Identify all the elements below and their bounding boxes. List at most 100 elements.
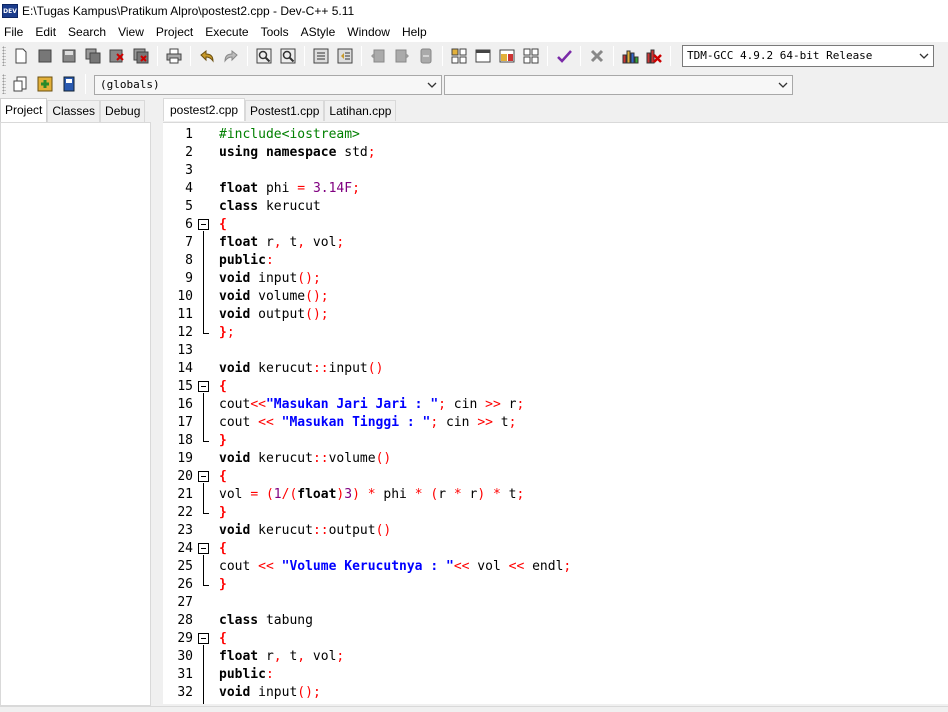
save-all-button[interactable] [82, 45, 104, 67]
code-line[interactable]: cout << "Masukan Tinggi : "; cin >> t; [215, 414, 948, 432]
code-line[interactable]: public: [215, 252, 948, 270]
code-line[interactable]: { [215, 468, 948, 486]
replace-button[interactable] [277, 45, 299, 67]
line-number: 3 [185, 163, 193, 178]
menu-execute[interactable]: Execute [199, 22, 254, 42]
tab-latihan[interactable]: Latihan.cpp [324, 100, 397, 121]
code-line[interactable] [215, 342, 948, 360]
code-line[interactable] [215, 594, 948, 612]
toolbar-grip[interactable] [2, 46, 6, 66]
tab-classes[interactable]: Classes [47, 100, 101, 122]
fold-collapse-icon[interactable] [198, 381, 209, 392]
class-browser-button[interactable] [58, 73, 80, 95]
close-file-button[interactable] [106, 45, 128, 67]
undo-button[interactable] [196, 45, 218, 67]
close-all-button[interactable] [130, 45, 152, 67]
code-line[interactable]: { [215, 378, 948, 396]
layout-button[interactable] [496, 45, 518, 67]
code-line[interactable]: class kerucut [215, 198, 948, 216]
code-line[interactable]: float r, t, vol; [215, 648, 948, 666]
menu-window[interactable]: Window [341, 22, 396, 42]
menu-astyle[interactable]: AStyle [295, 22, 342, 42]
goto-bookmark-button[interactable] [391, 45, 413, 67]
compiler-select-value: TDM-GCC 4.9.2 64-bit Release [687, 49, 873, 62]
tab-project[interactable]: Project [0, 98, 48, 122]
code-line[interactable]: } [215, 432, 948, 450]
unindent-button[interactable] [334, 45, 356, 67]
code-line[interactable]: { [215, 216, 948, 234]
menu-view[interactable]: View [112, 22, 150, 42]
goto-line-button[interactable] [415, 45, 437, 67]
menu-edit[interactable]: Edit [29, 22, 62, 42]
menu-help[interactable]: Help [396, 22, 433, 42]
fold-collapse-icon[interactable] [198, 633, 209, 644]
tile-button[interactable] [520, 45, 542, 67]
code-area[interactable]: #include<iostream> using namespace std; fl… [215, 123, 948, 704]
search-icon [256, 48, 272, 64]
code-line-text: using namespace std; [219, 145, 376, 160]
code-line-text: cout<<"Masukan Jari Jari : "; cin >> r; [219, 397, 525, 412]
add-to-project-button[interactable] [34, 73, 56, 95]
code-line[interactable] [215, 162, 948, 180]
code-editor[interactable]: 1 2 3 4 5 6 7 8 9 10 11 12 13 14 15 16 17 18 19 20 21 22 23 24 2… [163, 122, 948, 704]
delete-chart-icon [646, 49, 662, 64]
menu-search[interactable]: Search [62, 22, 112, 42]
stop-execution-button[interactable] [586, 45, 608, 67]
code-line[interactable]: class tabung [215, 612, 948, 630]
code-line[interactable]: void kerucut::output() [215, 522, 948, 540]
code-line[interactable]: using namespace std; [215, 144, 948, 162]
code-line[interactable]: } [215, 576, 948, 594]
fold-collapse-icon[interactable] [198, 471, 209, 482]
indent-button[interactable] [310, 45, 332, 67]
code-line[interactable]: void input(); [215, 270, 948, 288]
fold-collapse-icon[interactable] [198, 543, 209, 554]
code-line[interactable]: float phi = 3.14F; [215, 180, 948, 198]
line-number: 11 [177, 307, 193, 322]
toggle-bookmark-button[interactable] [367, 45, 389, 67]
project-tree[interactable] [0, 122, 151, 706]
menu-tools[interactable]: Tools [255, 22, 295, 42]
redo-button[interactable] [220, 45, 242, 67]
code-line[interactable]: { [215, 630, 948, 648]
find-button[interactable] [253, 45, 275, 67]
code-line[interactable]: }; [215, 324, 948, 342]
code-line[interactable]: float r, t, vol; [215, 234, 948, 252]
code-line[interactable]: } [215, 504, 948, 522]
new-project-button[interactable] [448, 45, 470, 67]
code-line-text: { [219, 631, 227, 646]
insert-button[interactable] [10, 73, 32, 95]
devcpp-app-icon[interactable]: DEV [2, 4, 18, 18]
print-button[interactable] [163, 45, 185, 67]
line-gutter[interactable]: 1 2 3 4 5 6 7 8 9 10 11 12 13 14 15 16 17 18 19 20 21 22 23 24 2… [163, 123, 215, 704]
line-number: 2 [185, 145, 193, 160]
toolbar-grip[interactable] [2, 74, 6, 94]
tab-debug[interactable]: Debug [100, 100, 146, 122]
compiler-select[interactable]: TDM-GCC 4.9.2 64-bit Release [682, 45, 934, 67]
member-select[interactable] [444, 75, 793, 95]
tab-postest1[interactable]: Postest1.cpp [245, 100, 325, 121]
open-file-button[interactable] [34, 45, 56, 67]
code-line[interactable]: void input(); [215, 684, 948, 702]
code-line[interactable]: #include<iostream> [215, 126, 948, 144]
tab-postest2[interactable]: postest2.cpp [163, 98, 246, 121]
new-file-button[interactable] [10, 45, 32, 67]
menu-file[interactable]: File [0, 22, 29, 42]
profile-button[interactable] [619, 45, 641, 67]
code-line[interactable]: vol = (1/(float)3) * phi * (r * r) * t; [215, 486, 948, 504]
code-line[interactable]: cout<<"Masukan Jari Jari : "; cin >> r; [215, 396, 948, 414]
code-line[interactable]: public: [215, 666, 948, 684]
fold-end-marker [203, 441, 209, 442]
code-line[interactable]: void output(); [215, 306, 948, 324]
code-line[interactable]: void kerucut::input() [215, 360, 948, 378]
scope-select[interactable]: (globals) [94, 75, 442, 95]
syntax-check-button[interactable] [553, 45, 575, 67]
code-line[interactable]: cout << "Volume Kerucutnya : "<< vol << … [215, 558, 948, 576]
delete-profile-button[interactable] [643, 45, 665, 67]
code-line[interactable]: void kerucut::volume() [215, 450, 948, 468]
view-window-button[interactable] [472, 45, 494, 67]
menu-project[interactable]: Project [150, 22, 199, 42]
fold-collapse-icon[interactable] [198, 219, 209, 230]
code-line[interactable]: { [215, 540, 948, 558]
save-button[interactable] [58, 45, 80, 67]
code-line[interactable]: void volume(); [215, 288, 948, 306]
